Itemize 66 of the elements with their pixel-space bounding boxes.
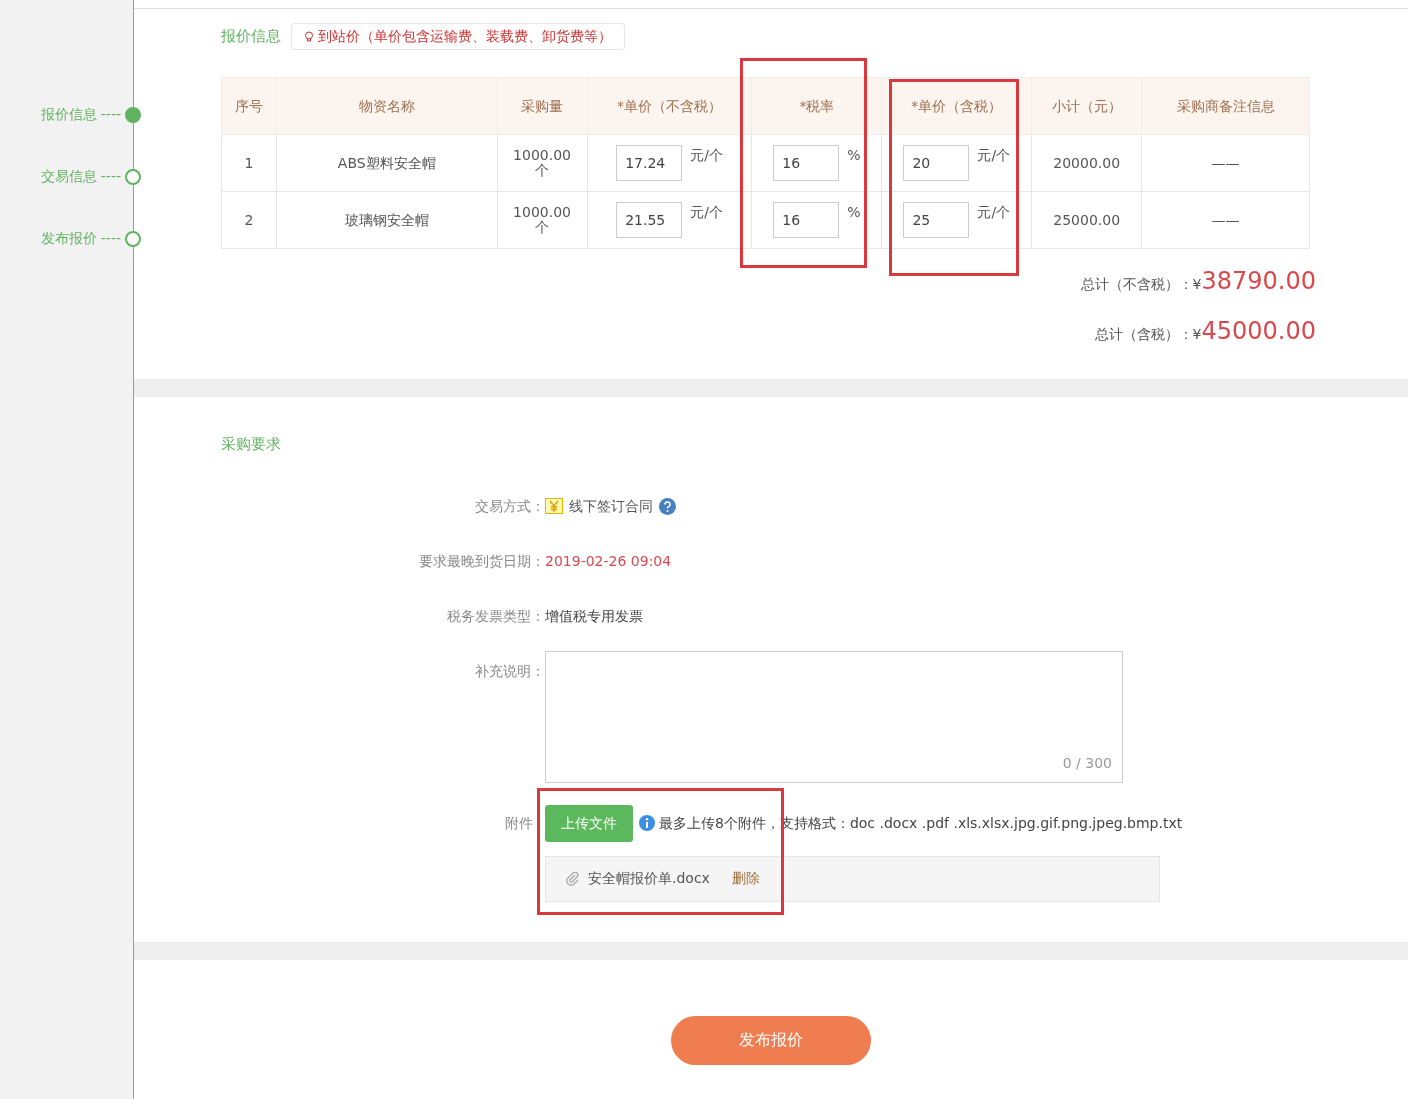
total-amount: 38790.00 bbox=[1201, 266, 1316, 297]
input-field[interactable]: 21.55 bbox=[616, 202, 683, 238]
remarks-textarea[interactable]: 0 / 300 bbox=[545, 650, 1123, 783]
column-header: 序号 bbox=[221, 77, 277, 135]
unit-label: % bbox=[847, 203, 861, 222]
column-header: 采购商备注信息 bbox=[1141, 77, 1310, 135]
input-field[interactable]: 16 bbox=[773, 202, 840, 238]
paperclip-icon bbox=[566, 871, 580, 886]
table-cell: ABS塑料安全帽 bbox=[276, 134, 498, 192]
table-cell: 20000.00 bbox=[1031, 134, 1142, 192]
date-value: 2019-02-26 09:04 bbox=[545, 551, 672, 571]
total-label: 总计（不含税）： bbox=[1080, 275, 1193, 294]
field-label: 附件 bbox=[504, 813, 534, 833]
yuan-icon bbox=[545, 498, 563, 514]
column-header: 物资名称 bbox=[276, 77, 498, 135]
bulb-icon bbox=[304, 30, 314, 43]
table-cell: —— bbox=[1141, 191, 1310, 249]
column-header: *税率 bbox=[751, 77, 882, 135]
delete-link[interactable]: 删除 bbox=[731, 868, 760, 889]
help-icon[interactable] bbox=[659, 497, 676, 515]
step-dot[interactable] bbox=[125, 168, 141, 185]
trade-method-value: 线下签订合同 bbox=[569, 496, 653, 516]
table-cell: 25000.00 bbox=[1031, 191, 1142, 249]
table-cell: 1 bbox=[221, 134, 277, 192]
section-title: 报价信息 bbox=[221, 26, 281, 48]
upload-button[interactable]: 上传文件 bbox=[545, 804, 633, 842]
input-field[interactable]: 20 bbox=[903, 145, 970, 181]
unit-label: % bbox=[847, 146, 861, 165]
currency-sign: ¥ bbox=[1192, 276, 1202, 294]
unit-label: 元/个 bbox=[977, 203, 1011, 222]
unit-label: 元/个 bbox=[690, 146, 723, 165]
table-cell-text: 1000.00个 bbox=[512, 204, 572, 236]
unit-label: 元/个 bbox=[690, 203, 723, 222]
column-header: 采购量 bbox=[497, 77, 588, 135]
table-cell-text: 1000.00个 bbox=[512, 147, 572, 179]
table-cell: 玻璃钢安全帽 bbox=[276, 191, 498, 249]
field-label: 补充说明： bbox=[474, 661, 545, 681]
step-label[interactable]: 发布报价 bbox=[40, 228, 97, 249]
invoice-type-value: 增值税专用发票 bbox=[545, 606, 643, 626]
total-label: 总计（含税）： bbox=[1094, 325, 1193, 344]
step-dot[interactable] bbox=[125, 230, 141, 247]
publish-button[interactable]: 发布报价 bbox=[671, 1015, 871, 1065]
table-cell: —— bbox=[1141, 134, 1310, 192]
field-label: 要求最晚到货日期： bbox=[418, 551, 545, 571]
table-cell: 2 bbox=[221, 191, 277, 249]
step-label[interactable]: 报价信息 bbox=[40, 104, 97, 125]
field-label: 交易方式： bbox=[474, 496, 545, 516]
step-connector: ---- bbox=[100, 105, 121, 124]
total-amount: 45000.00 bbox=[1201, 316, 1316, 347]
file-name: 安全帽报价单.docx bbox=[588, 869, 710, 888]
step-connector: ---- bbox=[100, 167, 121, 186]
currency-sign: ¥ bbox=[1192, 326, 1202, 344]
notice-text: 到站价（单价包含运输费、装载费、卸货费等） bbox=[318, 27, 612, 46]
column-header: *单价（不含税） bbox=[587, 77, 752, 135]
input-field[interactable]: 16 bbox=[773, 145, 840, 181]
section-title: 采购要求 bbox=[221, 434, 282, 455]
step-label[interactable]: 交易信息 bbox=[40, 166, 97, 187]
char-counter: 0 / 300 bbox=[1062, 753, 1112, 773]
step-connector: ---- bbox=[100, 229, 121, 248]
input-field[interactable]: 25 bbox=[903, 202, 970, 238]
input-field[interactable]: 17.24 bbox=[616, 145, 683, 181]
info-icon bbox=[639, 815, 655, 831]
field-label: 税务发票类型： bbox=[446, 606, 545, 626]
column-header: 小计（元） bbox=[1031, 77, 1142, 135]
unit-label: 元/个 bbox=[977, 146, 1011, 165]
step-dot[interactable] bbox=[125, 106, 141, 123]
